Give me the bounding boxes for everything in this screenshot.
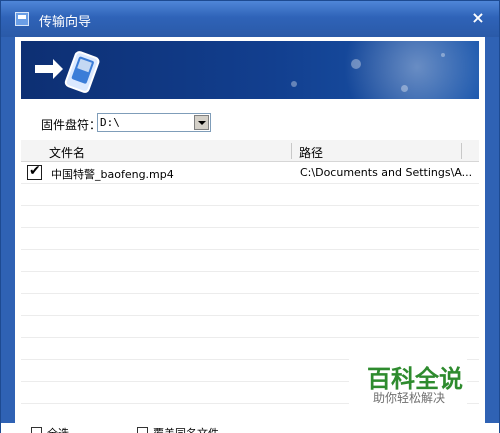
overwrite-checkbox[interactable] [137,427,148,433]
banner-glow [309,41,479,99]
banner-dot [291,81,297,87]
column-header-path[interactable]: 路径 [299,144,323,161]
cell-filename: 中国特警_baofeng.mp4 [51,168,174,181]
banner-dot [351,59,361,69]
footer-options: 全选 覆盖同名文件 [1,423,499,433]
empty-row [21,294,479,316]
title-bar[interactable]: 传输向导 × [1,1,499,37]
overwrite-label: 覆盖同名文件 [153,425,219,433]
watermark-sub: 助你轻松解决 [373,391,446,405]
empty-row [21,228,479,250]
empty-row [21,184,479,206]
select-all-label: 全选 [47,425,69,433]
list-header: 文件名 路径 [21,140,479,162]
empty-row [21,206,479,228]
cell-path: C:\Documents and Settings\A... [300,166,473,179]
row-checkbox[interactable] [27,163,42,180]
banner-dot [441,53,445,57]
header-banner [21,41,479,99]
close-icon[interactable]: × [469,9,487,27]
empty-row [21,272,479,294]
empty-row [21,250,479,272]
table-row[interactable]: 中国特警_baofeng.mp4 C:\Documents and Settin… [21,162,479,184]
watermark-logo: 百科全说 助你轻松解决 [349,351,467,411]
column-separator [461,143,462,159]
app-window-icon [15,12,29,26]
transfer-device-icon [35,51,100,93]
drive-select[interactable]: D:\ [97,113,211,132]
banner-dot [401,85,408,92]
drive-label: 固件盘符： [41,118,102,132]
drive-select-value: D:\ [100,116,120,129]
transfer-wizard-window: 传输向导 × 固件盘符： D:\ 文件名 路径 ✔ 中国特警_baofeng.m… [0,0,500,433]
empty-row [21,316,479,338]
chevron-down-icon[interactable] [194,115,209,130]
select-all-checkbox[interactable] [31,427,42,433]
window-title: 传输向导 [39,15,92,30]
column-header-filename[interactable]: 文件名 [49,144,85,161]
column-separator [291,143,292,159]
